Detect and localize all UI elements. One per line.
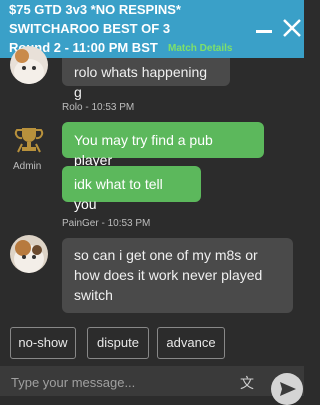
match-title-line-2: SWITCHAROO BEST OF 3 <box>9 21 171 36</box>
message-text: You may try find a pub player <box>74 132 213 168</box>
message-text-line: how does it work never played <box>74 267 263 283</box>
message-author-time: Rolo - 10:53 PM <box>62 102 135 113</box>
send-icon[interactable] <box>271 373 303 405</box>
trophy-icon <box>14 128 44 153</box>
role-badge: Admin <box>13 161 42 172</box>
message-bubble: idk what to tell you <box>62 166 201 212</box>
message-bubble: You may try find a pub player <box>62 122 264 168</box>
message-bubble: so can i get one of my m8s or how does i… <box>62 238 293 313</box>
minimize-icon[interactable] <box>256 30 272 33</box>
match-title-line-1: $75 GTD 3v3 *NO RESPINS* <box>9 2 181 17</box>
message-text: idk what to tell you <box>74 176 163 212</box>
message-text: rolo whats happening g <box>74 64 208 100</box>
message-composer: 文 <box>0 366 304 405</box>
match-details-link[interactable]: Match Details <box>168 43 232 54</box>
message-input[interactable] <box>9 372 233 392</box>
message-text-line: switch <box>74 287 113 303</box>
message-bubble: rolo whats happening g <box>62 58 230 100</box>
chat-header: $75 GTD 3v3 *NO RESPINS* SWITCHAROO BEST… <box>0 0 304 58</box>
message-text-line: so can i get one of my m8s or <box>74 247 258 263</box>
avatar <box>10 46 48 84</box>
avatar <box>10 235 48 273</box>
no-show-button[interactable]: no-show <box>10 327 76 359</box>
translate-icon[interactable]: 文 <box>240 373 254 393</box>
message-author-time: PainGer - 10:53 PM <box>62 218 151 229</box>
advance-button[interactable]: advance <box>157 327 225 359</box>
dispute-button[interactable]: dispute <box>87 327 149 359</box>
close-icon[interactable] <box>283 19 301 37</box>
